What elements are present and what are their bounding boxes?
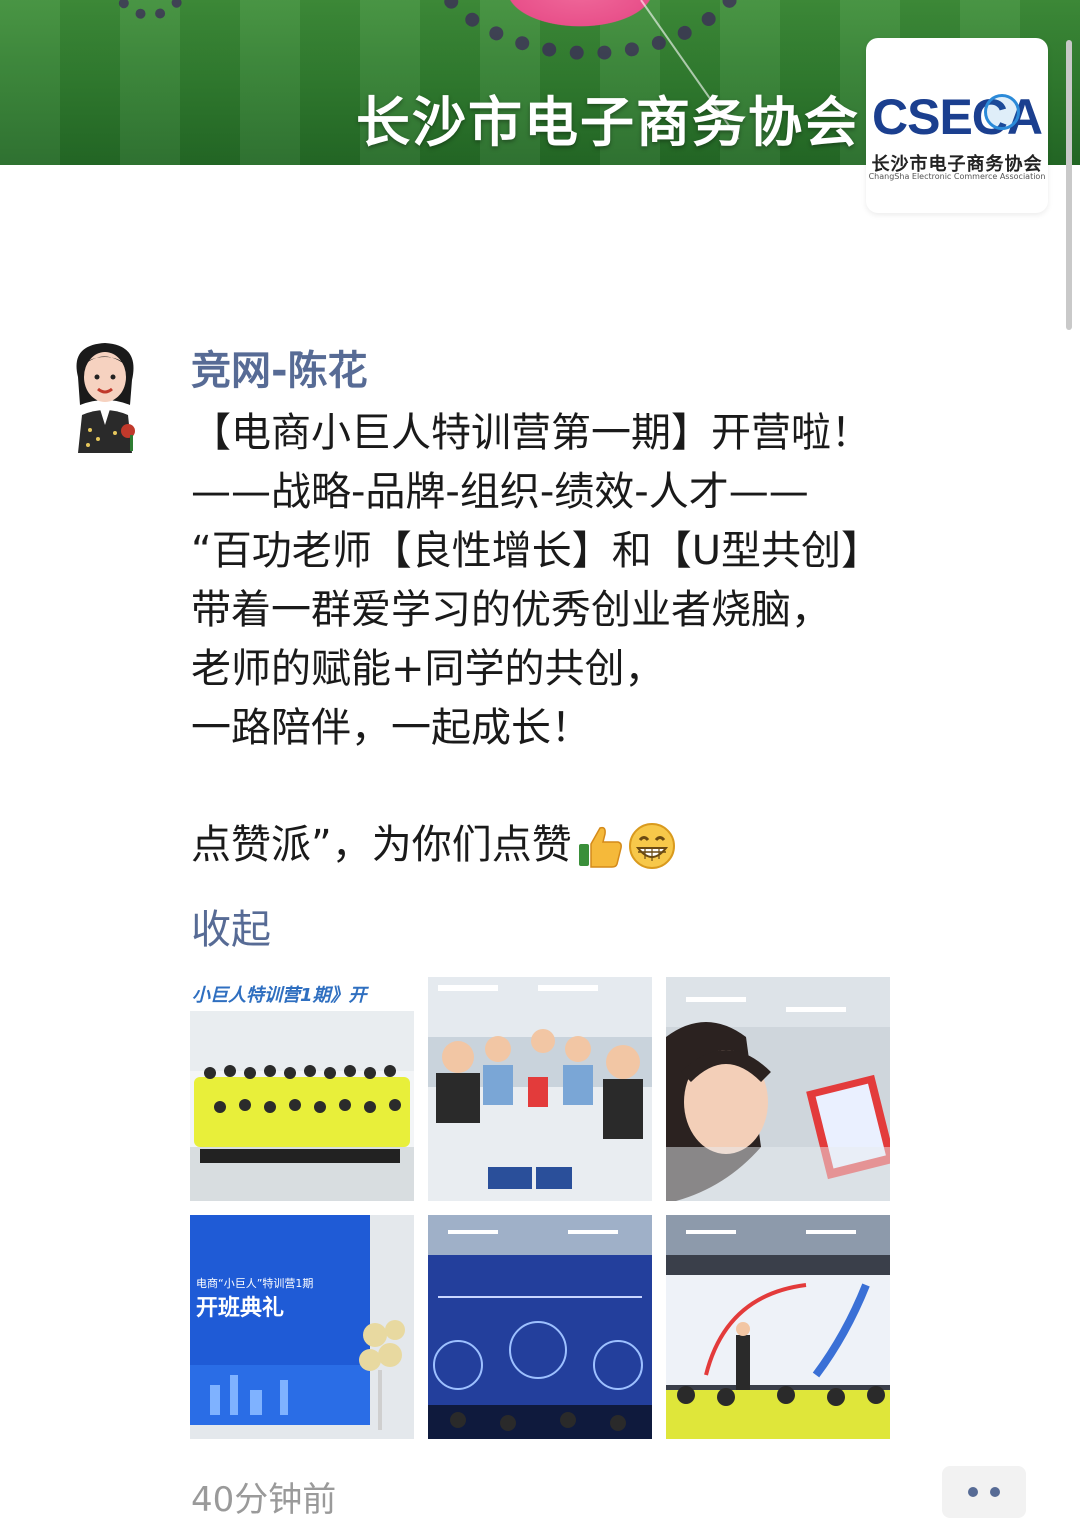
post-line: “百功老师【良性增长】和【U型共创】 [191,528,881,574]
photo-caption: 开班典礼 [196,1295,284,1321]
photo-grid: 小巨人特训营1期》开 电商“小巨人”特训营1期 开班典礼 [190,977,890,1439]
scrollbar[interactable] [1066,40,1072,330]
post-line: 老师的赋能+同学的共创， [191,646,665,692]
logo-english-name: ChangSha Electronic Commerce Association [868,172,1046,181]
photo-group-yellow-shirts[interactable]: 小巨人特训营1期》开 [190,977,414,1201]
more-options-button[interactable] [942,1466,1026,1518]
thumbs-up-icon [578,826,622,868]
post-line: 一路陪伴，一起成长！ [191,705,591,751]
cover-crowd-decoration [420,0,760,60]
globe-icon [984,94,1020,130]
photo-selfie-with-sign[interactable] [666,977,890,1201]
grin-emoji-icon [628,822,675,869]
timestamp: 40分钟前 [191,1480,337,1520]
collapse-link[interactable]: 收起 [191,897,271,955]
photo-caption: 电商“小巨人”特训营1期 [196,1276,313,1290]
post-text: 【电商小巨人特训营第一期】开营啦！ ——战略-品牌-组织-绩效-人才—— “百功… [191,404,991,875]
post-line: 点赞派”，为你们点赞 [191,822,572,868]
association-logo[interactable]: CSECA 长沙市电子商务协会 ChangSha Electronic Comm… [866,38,1048,213]
post-line: ——战略-品牌-组织-绩效-人才—— [191,469,809,515]
dot-icon [968,1487,978,1497]
avatar[interactable] [60,335,150,453]
photo-speaker-on-stage[interactable] [666,1215,890,1439]
post-line-with-emoji: 点赞派”，为你们点赞 [191,816,991,875]
logo-text: CSECA [871,89,1043,145]
avatar-cartoon-woman-icon [76,343,135,453]
cover-crowd-decoration [110,0,190,20]
photo-table-discussion[interactable] [428,977,652,1201]
cover-title: 长沙市电子商务协会 [356,91,860,154]
post-line: 【电商小巨人特训营第一期】开营啦！ [191,410,871,456]
photo-caption: 小巨人特训营1期》开 [192,985,370,1006]
photo-opening-ceremony-board[interactable]: 电商“小巨人”特训营1期 开班典礼 [190,1215,414,1439]
photo-presentation-screen[interactable] [428,1215,652,1439]
dot-icon [990,1487,1000,1497]
post-line: 带着一群爱学习的优秀创业者烧脑， [191,587,831,633]
author-name[interactable]: 竞网-陈花 [191,338,368,396]
